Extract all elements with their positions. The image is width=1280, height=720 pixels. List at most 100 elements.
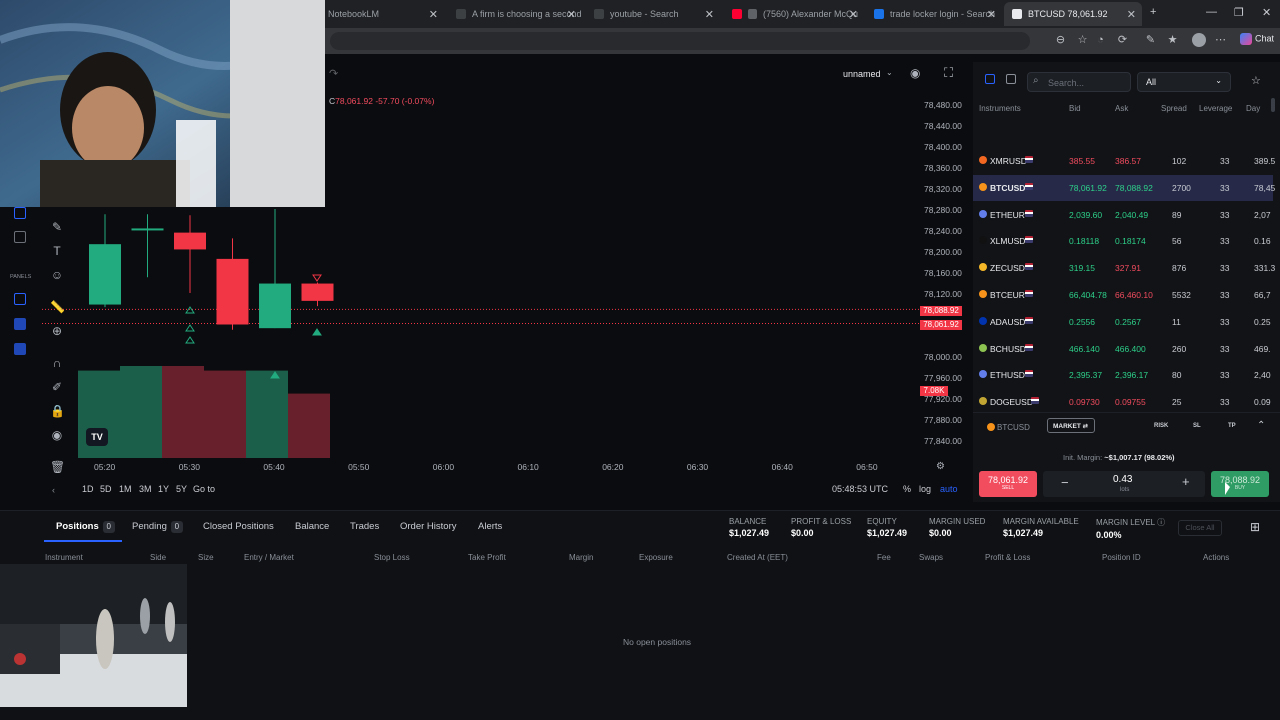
chevron-down-icon[interactable]: ⌄ (886, 68, 893, 77)
brush-tool-icon[interactable]: ✎ (50, 220, 64, 234)
magnet-icon[interactable]: ∩ (50, 356, 64, 370)
ask-price[interactable]: 78,088.92 (1115, 183, 1153, 193)
tab-closed-positions[interactable]: Closed Positions (203, 521, 274, 532)
bid-price[interactable]: 385.55 (1069, 156, 1095, 166)
order-type-toggle[interactable]: MARKET ⇄ (1047, 418, 1095, 433)
col-ask[interactable]: Ask (1115, 104, 1128, 113)
tab-alerts[interactable]: Alerts (478, 521, 502, 532)
reader-icon[interactable]: ⊖ (1054, 34, 1067, 47)
collapse-arrow-icon[interactable]: ‹ (52, 485, 55, 495)
settings-gear-icon[interactable]: ⚙ (936, 461, 945, 472)
zoom-in-icon[interactable]: ⊕ (50, 324, 64, 338)
maximize-icon[interactable]: ❐ (1234, 6, 1244, 19)
close-icon[interactable]: ✕ (567, 8, 576, 21)
chevron-up-icon[interactable]: ⌃ (1257, 420, 1265, 431)
sidebar-item-history[interactable] (14, 231, 26, 243)
th-position-id[interactable]: Position ID (1102, 553, 1141, 562)
instrument-row[interactable]: ETHUSD 2,395.37 2,396.17 80 33 2,40 (973, 362, 1273, 388)
ask-price[interactable]: 2,040.49 (1115, 210, 1148, 220)
log-scale-toggle[interactable]: log (919, 484, 931, 494)
redo-icon[interactable]: ↷ (329, 67, 338, 80)
bid-price[interactable]: 78,061.92 (1069, 183, 1107, 193)
th-margin[interactable]: Margin (569, 553, 593, 562)
col-bid[interactable]: Bid (1069, 104, 1081, 113)
browser-tab[interactable]: youtube - Search ✕ (586, 2, 720, 26)
close-all-button[interactable]: Close All (1178, 520, 1222, 536)
instrument-filter-select[interactable]: All ⌄ (1137, 72, 1231, 92)
text-tool-icon[interactable]: T (50, 244, 64, 258)
th-stop-loss[interactable]: Stop Loss (374, 553, 410, 562)
close-icon[interactable]: ✕ (705, 8, 714, 21)
favorites-icon[interactable]: ★ (1166, 34, 1179, 47)
th-take-profit[interactable]: Take Profit (468, 553, 506, 562)
instrument-row[interactable]: BTCUSD 78,061.92 78,088.92 2700 33 78,45 (973, 174, 1275, 201)
browser-tab[interactable]: NotebookLM ✕ (320, 2, 444, 26)
th-exposure[interactable]: Exposure (639, 553, 673, 562)
instrument-row[interactable]: XLMUSD 0.18118 0.18174 56 33 0.16 (973, 228, 1273, 254)
extension-icon[interactable]: ⟳ (1116, 34, 1129, 47)
th-entry-market[interactable]: Entry / Market (244, 553, 294, 562)
bid-price[interactable]: 319.15 (1069, 263, 1095, 273)
close-icon[interactable]: ✕ (429, 8, 438, 21)
ask-price[interactable]: 66,460.10 (1115, 290, 1153, 300)
instrument-search-input[interactable]: ⌕ Search... (1027, 72, 1131, 92)
tab-pending[interactable]: Pending 0 (132, 521, 183, 533)
risk-tab[interactable]: RISK (1154, 423, 1168, 429)
col-spread[interactable]: Spread (1161, 104, 1187, 113)
tradingview-logo[interactable]: TV (86, 428, 108, 446)
info-icon[interactable]: ⓘ (1157, 518, 1165, 527)
ask-price[interactable]: 0.09755 (1115, 397, 1146, 407)
instrument-row[interactable]: ETHEUR 2,039.60 2,040.49 89 33 2,07 (973, 202, 1273, 228)
eye-icon[interactable]: ◉ (50, 428, 64, 442)
watchlist-icon[interactable] (985, 74, 995, 84)
candle-body[interactable] (89, 244, 121, 305)
col-instruments[interactable]: Instruments (979, 104, 1021, 113)
bid-price[interactable]: 466.140 (1069, 344, 1100, 354)
grid-icon[interactable] (1006, 74, 1016, 84)
timeframe-1y[interactable]: 1Y (158, 484, 169, 494)
sidebar-item-chart[interactable] (14, 207, 26, 219)
instrument-row[interactable]: ADAUSD 0.2556 0.2567 11 33 0.25 (973, 309, 1273, 335)
instrument-row[interactable]: ZECUSD 319.15 327.91 876 33 331.3 (973, 255, 1275, 281)
th-size[interactable]: Size (198, 553, 214, 562)
sell-button[interactable]: 78,061.92 SELL (979, 471, 1037, 497)
timeframe-3m[interactable]: 3M (139, 484, 152, 494)
bid-price[interactable]: 66,404.78 (1069, 290, 1107, 300)
browser-tab[interactable]: A firm is choosing a second ✕ (448, 2, 582, 26)
browser-tab[interactable]: trade locker login - Search ✕ (866, 2, 1002, 26)
th-actions[interactable]: Actions (1203, 553, 1229, 562)
stop-loss-tab[interactable]: SL (1193, 423, 1201, 429)
minus-icon[interactable]: − (1061, 475, 1069, 490)
th-side[interactable]: Side (150, 553, 166, 562)
tab-order-history[interactable]: Order History (400, 521, 456, 532)
goto-button[interactable]: Go to (193, 484, 215, 494)
candle-body[interactable] (216, 258, 249, 325)
close-icon[interactable]: ✕ (1127, 8, 1136, 21)
ask-price[interactable]: 2,396.17 (1115, 370, 1148, 380)
panel-instruments-icon[interactable] (14, 293, 26, 305)
panel-trade-icon[interactable] (14, 318, 26, 330)
candle-body[interactable] (301, 283, 334, 301)
ask-price[interactable]: 327.91 (1115, 263, 1141, 273)
fullscreen-icon[interactable]: ⛶ (944, 65, 953, 81)
th-instrument[interactable]: Instrument (45, 553, 83, 562)
puzzle-icon[interactable]: ✎ (1144, 34, 1157, 47)
layout-name[interactable]: unnamed (843, 69, 881, 79)
lock-icon[interactable]: 🔒 (50, 404, 65, 418)
ruler-tool-icon[interactable]: 📏 (50, 300, 65, 314)
favorite-star-icon[interactable]: ☆ (1076, 34, 1089, 47)
window-close-icon[interactable]: ✕ (1262, 6, 1271, 19)
ask-price[interactable]: 0.2567 (1115, 317, 1141, 327)
scrollbar[interactable] (1271, 98, 1275, 112)
emoji-tool-icon[interactable]: ☺ (50, 268, 64, 282)
menu-dots-icon[interactable]: ⋯ (1214, 34, 1227, 47)
bid-price[interactable]: 2,395.37 (1069, 370, 1102, 380)
instrument-row[interactable]: BTCEUR 66,404.78 66,460.10 5532 33 66,7 (973, 282, 1273, 308)
address-bar[interactable] (330, 32, 1030, 50)
instrument-row[interactable]: BCHUSD 466.140 466.400 260 33 469. (973, 336, 1273, 362)
layout-grid-icon[interactable]: ⊞ (1250, 520, 1260, 534)
take-profit-tab[interactable]: TP (1228, 423, 1236, 429)
bid-price[interactable]: 0.2556 (1069, 317, 1095, 327)
instrument-row[interactable]: XMRUSD 385.55 386.57 102 33 389.5 (973, 148, 1275, 174)
star-icon[interactable]: ☆ (1251, 74, 1261, 87)
